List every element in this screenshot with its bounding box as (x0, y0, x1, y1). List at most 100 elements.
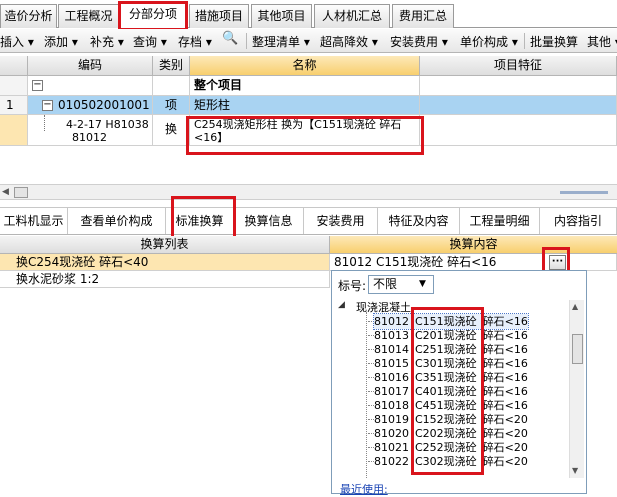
option-code: 81021 (374, 441, 409, 454)
grade-select[interactable]: 不限 ▼ (368, 275, 434, 294)
tab-project-overview[interactable]: 工程概况 (58, 4, 119, 28)
tab-cost-analysis[interactable]: 造价分析 (0, 4, 57, 28)
tree-item-option[interactable]: 81021 C252现浇砼 碎石<20 (374, 440, 600, 455)
option-spec: 碎石<16 (482, 357, 528, 370)
supplement-menu[interactable]: 补充 ▾ (90, 33, 124, 50)
conversion-list-header: 换算列表 (0, 236, 330, 254)
insert-menu[interactable]: 插入 ▾ (0, 33, 34, 50)
option-spec: 碎石<16 (482, 315, 528, 328)
scroll-thumb[interactable] (572, 334, 583, 364)
table-cell-feature[interactable] (420, 96, 617, 115)
toolbar-separator (524, 33, 525, 49)
recent-used-link[interactable]: 最近使用: (340, 481, 388, 497)
query-menu[interactable]: 查询 ▾ (133, 33, 167, 50)
expand-icon[interactable]: ◢ (338, 300, 345, 310)
conversion-content-header: 换算内容 (330, 236, 617, 254)
tree-line (366, 312, 367, 478)
option-code: 81019 (374, 413, 409, 426)
tab-content-guide[interactable]: 内容指引 (540, 208, 617, 234)
scroll-up-icon[interactable]: ▲ (572, 302, 578, 311)
highlight-box-options (411, 307, 484, 475)
tab-conversion-info[interactable]: 换算信息 (234, 208, 304, 234)
tab-quantity-details[interactable]: 工程量明细 (460, 208, 540, 234)
option-spec: 碎石<16 (482, 385, 528, 398)
tree-item-option[interactable]: 81016 C351现浇砼 碎石<16 (374, 370, 600, 385)
option-code: 81017 (374, 385, 409, 398)
tree-line (44, 115, 45, 131)
code-line: 81012 (72, 131, 107, 144)
tab-installation-fee[interactable]: 安装费用 (304, 208, 378, 234)
row-number (0, 76, 28, 96)
vertical-scrollbar[interactable]: ▲ ▼ (569, 300, 584, 478)
tab-cost-summary[interactable]: 费用汇总 (392, 4, 454, 28)
tree-item-option[interactable]: 81014 C251现浇砼 碎石<16 (374, 342, 600, 357)
height-reduction-menu[interactable]: 超高降效 ▾ (320, 33, 378, 50)
tree-item-option[interactable]: 81020 C202现浇砼 碎石<20 (374, 426, 600, 441)
tab-view-unit-price[interactable]: 查看单价构成 (68, 208, 166, 234)
table-cell-code[interactable]: 4-2-17 H81038 81012 (28, 115, 153, 146)
column-header-code[interactable]: 编码 (28, 56, 153, 76)
collapse-icon[interactable]: − (32, 80, 43, 91)
column-header-name[interactable]: 名称 (190, 56, 420, 76)
tab-other-items[interactable]: 其他项目 (251, 4, 312, 28)
tree-item-option[interactable]: 81022 C302现浇砼 碎石<20 (374, 454, 600, 469)
option-spec: 碎石<20 (482, 455, 528, 468)
table-cell-name[interactable]: 矩形柱 (190, 96, 420, 115)
collapse-icon[interactable]: − (42, 100, 53, 111)
installation-fee-menu[interactable]: 安装费用 ▾ (390, 33, 448, 50)
table-cell-code[interactable]: − (28, 76, 153, 96)
conversion-row[interactable]: 换C254现浇砼 碎石<40 (0, 254, 330, 271)
option-code: 81015 (374, 357, 409, 370)
splitter-handle[interactable] (560, 191, 608, 194)
code-line: 4-2-17 H81038 (66, 118, 149, 131)
row-number: 1 (0, 96, 28, 115)
row-number (0, 115, 28, 146)
tab-labor-material-summary[interactable]: 人材机汇总 (314, 4, 390, 28)
option-code: 81013 (374, 329, 409, 342)
tab-feature-content[interactable]: 特征及内容 (378, 208, 460, 234)
table-cell-name[interactable]: 整个项目 (190, 76, 420, 96)
option-spec: 碎石<20 (482, 413, 528, 426)
conversion-row[interactable]: 换水泥砂浆 1:2 (0, 271, 330, 288)
table-cell-type[interactable]: 换 (153, 115, 190, 146)
tree-item-option[interactable]: 81017 C401现浇砼 碎石<16 (374, 384, 600, 399)
scroll-left-icon[interactable]: ◀ (2, 187, 9, 197)
toolbar-separator (246, 33, 247, 49)
highlight-box-tab (118, 1, 188, 31)
tree-item-option[interactable]: 81019 C152现浇砼 碎石<20 (374, 412, 600, 427)
table-cell-type[interactable]: 项 (153, 96, 190, 115)
horizontal-scrollbar[interactable]: ◀ (0, 184, 617, 200)
tree-item-option[interactable]: 81018 C451现浇砼 碎石<16 (374, 398, 600, 413)
option-spec: 碎石<16 (482, 343, 528, 356)
option-spec: 碎石<16 (482, 371, 528, 384)
option-spec: 碎石<20 (482, 427, 528, 440)
column-header-feature[interactable]: 项目特征 (420, 56, 617, 76)
batch-conversion-button[interactable]: 批量换算 (530, 33, 578, 50)
archive-menu[interactable]: 存档 ▾ (178, 33, 212, 50)
tree-item-option[interactable]: 81013 C201现浇砼 碎石<16 (374, 328, 600, 343)
unit-price-composition-menu[interactable]: 单价构成 ▾ (460, 33, 518, 50)
table-cell-feature[interactable] (420, 76, 617, 96)
tree-root-label[interactable]: 现浇混凝土 (356, 299, 411, 315)
organize-list-menu[interactable]: 整理清单 ▾ (252, 33, 310, 50)
column-header-type[interactable]: 类别 (153, 56, 190, 76)
option-code: 81016 (374, 371, 409, 384)
tree-item-option[interactable]: 81015 C301现浇砼 碎石<16 (374, 356, 600, 371)
row-number-header (0, 56, 28, 76)
option-code: 81020 (374, 427, 409, 440)
tab-measures[interactable]: 措施项目 (189, 4, 249, 28)
scroll-down-icon[interactable]: ▼ (572, 466, 578, 475)
option-code: 81018 (374, 399, 409, 412)
option-spec: 碎石<20 (482, 441, 528, 454)
option-code: 81012 (374, 315, 409, 328)
option-spec: 碎石<16 (482, 399, 528, 412)
option-code: 81022 (374, 455, 409, 468)
tab-labor-material-display[interactable]: 工料机显示 (0, 208, 68, 234)
add-menu[interactable]: 添加 ▾ (44, 33, 78, 50)
scroll-thumb[interactable] (14, 187, 28, 198)
table-cell-feature[interactable] (420, 115, 617, 146)
other-menu[interactable]: 其他 ▾ (587, 33, 617, 50)
conversion-content-cell[interactable]: 81012 C151现浇砼 碎石<16 (330, 254, 617, 271)
binoculars-icon[interactable]: 🔍 (222, 31, 238, 46)
table-cell-type[interactable] (153, 76, 190, 96)
